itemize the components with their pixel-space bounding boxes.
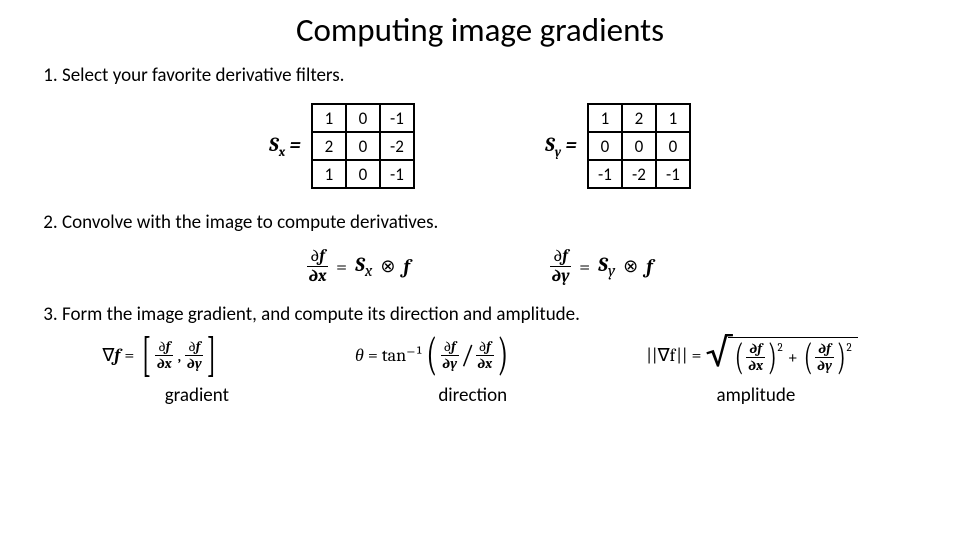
sx-kernel: 10-1 20-2 10-1 <box>311 103 415 189</box>
step-3: Form the image gradient, and compute its… <box>62 303 930 326</box>
step-1: Select your favorite derivative filters. <box>62 64 930 87</box>
step-list: Select your favorite derivative filters. <box>30 64 930 87</box>
convolve-row: ∂f ∂x = Sx ⊗ f ∂f ∂y = Sy ⊗ f <box>30 248 930 285</box>
gradient-equations: ∇f = [ ∂f ∂x , ∂f ∂y ] θ = tan⁻¹ ( ∂f ∂y… <box>50 336 910 374</box>
filters-row: Sx = 10-1 20-2 10-1 Sy = 121 000 -1-2-1 <box>30 103 930 189</box>
sy-label: Sy = <box>545 133 577 160</box>
slide-title: Computing image gradients <box>30 10 930 50</box>
direction-eq: θ = tan⁻¹ ( ∂f ∂y / ∂f ∂x ) <box>355 337 512 374</box>
label-direction: direction <box>438 384 507 407</box>
gradient-vector-eq: ∇f = [ ∂f ∂x , ∂f ∂y ] <box>102 336 220 374</box>
label-amplitude: amplitude <box>717 384 796 407</box>
dfdx-eq: ∂f ∂x = Sx ⊗ f <box>307 248 410 285</box>
step-2: Convolve with the image to compute deriv… <box>62 211 930 234</box>
amplitude-eq: ||∇f|| = √ ( ∂f ∂x )2 + ( ∂f ∂y )2 <box>646 337 857 373</box>
dfdy-eq: ∂f ∂y = Sy ⊗ f <box>550 248 653 285</box>
label-gradient: gradient <box>165 384 229 407</box>
sx-label: Sx = <box>269 133 301 160</box>
sy-kernel: 121 000 -1-2-1 <box>587 103 691 189</box>
filter-sx-block: Sx = 10-1 20-2 10-1 <box>269 103 415 189</box>
bottom-labels: gradient direction amplitude <box>60 384 900 407</box>
filter-sy-block: Sy = 121 000 -1-2-1 <box>545 103 691 189</box>
